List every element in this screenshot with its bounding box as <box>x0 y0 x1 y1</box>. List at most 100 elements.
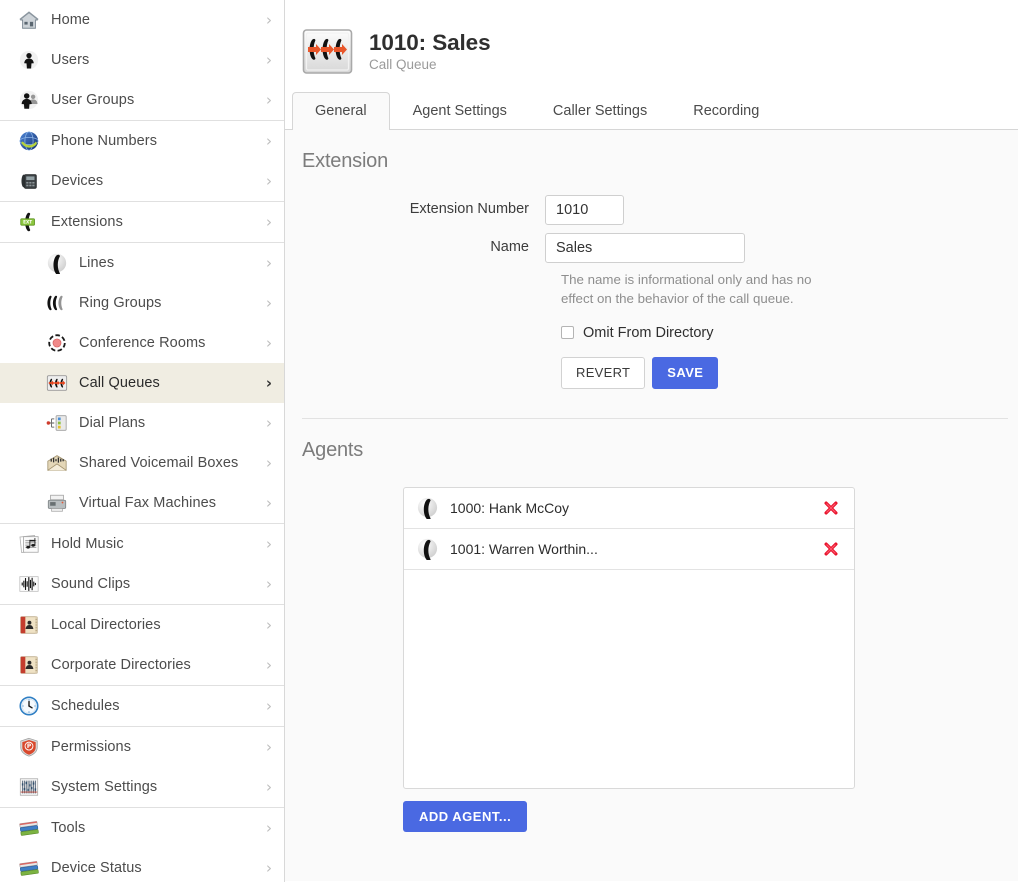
sidebar-item-devices[interactable]: Devices› <box>0 161 284 201</box>
app-window: Home›Users›User Groups›Phone Numbers›Dev… <box>0 0 1018 882</box>
extension-number-row: Extension Number <box>302 195 1018 225</box>
sidebar-item-hold-music[interactable]: Hold Music› <box>0 524 284 564</box>
extension-icon: EXT <box>18 211 40 233</box>
sidebar-item-device-status[interactable]: Device Status› <box>0 848 284 882</box>
revert-button[interactable]: REVERT <box>561 357 645 389</box>
sidebar-group: EXTExtensions› <box>0 202 284 243</box>
omit-from-directory-row[interactable]: Omit From Directory <box>561 325 1018 341</box>
chevron-right-icon: › <box>266 53 272 68</box>
chevron-right-icon: › <box>266 821 272 836</box>
agents-list[interactable]: 1000: Hank McCoy1001: Warren Worthin... <box>403 487 855 789</box>
sidebar-group: Tools›Device Status› <box>0 808 284 882</box>
extension-name-row: Name <box>302 233 1018 263</box>
add-agent-button[interactable]: ADD AGENT... <box>403 801 527 832</box>
sidebar-item-call-queues[interactable]: Call Queues› <box>0 363 284 403</box>
sidebar-group: Home›Users›User Groups› <box>0 0 284 121</box>
tab-agent-settings[interactable]: Agent Settings <box>390 92 530 131</box>
shield-icon: P <box>18 736 40 758</box>
sidebar-item-label: Call Queues <box>79 375 266 391</box>
sidebar-item-extensions[interactable]: EXTExtensions› <box>0 202 284 242</box>
agent-row[interactable]: 1001: Warren Worthin... <box>404 529 854 570</box>
chevron-right-icon: › <box>266 256 272 271</box>
omit-from-directory-checkbox[interactable] <box>561 326 574 339</box>
main-sidebar[interactable]: Home›Users›User Groups›Phone Numbers›Dev… <box>0 0 285 882</box>
sidebar-item-label: Tools <box>51 820 266 836</box>
sidebar-item-ring-groups[interactable]: Ring Groups› <box>0 283 284 323</box>
sidebar-item-users[interactable]: Users› <box>0 40 284 80</box>
fax-icon <box>46 492 68 514</box>
sidebar-item-local-directories[interactable]: Local Directories› <box>0 605 284 645</box>
extension-name-input[interactable] <box>545 233 745 263</box>
sidebar-group: Schedules› <box>0 686 284 727</box>
sidebar-group: Lines›Ring Groups›Conference Rooms›Call … <box>0 243 284 524</box>
extension-name-help-text: The name is informational only and has n… <box>561 271 823 309</box>
extension-button-row: REVERT SAVE <box>561 357 1018 389</box>
sidebar-item-schedules[interactable]: Schedules› <box>0 686 284 726</box>
sidebar-item-label: User Groups <box>51 92 266 108</box>
sidebar-item-virtual-fax-machines[interactable]: Virtual Fax Machines› <box>0 483 284 523</box>
handset-icon <box>416 537 439 560</box>
person-icon <box>18 49 40 71</box>
sidebar-item-label: Schedules <box>51 698 266 714</box>
sidebar-item-label: System Settings <box>51 779 266 795</box>
extension-name-control <box>545 233 745 263</box>
waveform-icon <box>18 573 40 595</box>
sidebar-item-label: Hold Music <box>51 536 266 552</box>
sidebar-item-system-settings[interactable]: System Settings› <box>0 767 284 807</box>
chevron-right-icon: › <box>266 336 272 351</box>
sidebar-item-lines[interactable]: Lines› <box>0 243 284 283</box>
chevron-right-icon: › <box>266 618 272 633</box>
sidebar-item-label: Home <box>51 12 266 28</box>
sidebar-item-home[interactable]: Home› <box>0 0 284 40</box>
sidebar-item-sound-clips[interactable]: Sound Clips› <box>0 564 284 604</box>
sidebar-item-conference-rooms[interactable]: Conference Rooms› <box>0 323 284 363</box>
tools-icon <box>18 817 40 839</box>
tab-general[interactable]: General <box>292 92 390 131</box>
sidebar-item-corporate-directories[interactable]: Corporate Directories› <box>0 645 284 685</box>
globe-phone-icon <box>18 130 40 152</box>
page-header: 1010: Sales Call Queue <box>285 0 1018 86</box>
chevron-right-icon: › <box>266 780 272 795</box>
extension-number-control <box>545 195 624 225</box>
header-text-block: 1010: Sales Call Queue <box>369 30 491 73</box>
page-subtitle: Call Queue <box>369 58 491 73</box>
handset-icon <box>416 496 439 519</box>
sidebar-group: Hold Music›Sound Clips› <box>0 524 284 605</box>
people-group-icon <box>18 89 40 111</box>
tab-caller-settings[interactable]: Caller Settings <box>530 92 670 131</box>
chevron-right-icon: › <box>266 577 272 592</box>
call-queue-icon <box>302 26 353 77</box>
chevron-right-icon: › <box>266 699 272 714</box>
directory-icon <box>18 654 40 676</box>
chevron-right-icon: › <box>266 740 272 755</box>
save-button[interactable]: SAVE <box>652 357 718 389</box>
sidebar-item-dial-plans[interactable]: Dial Plans› <box>0 403 284 443</box>
add-agent-wrap: ADD AGENT... <box>403 801 1018 832</box>
sidebar-item-label: Device Status <box>51 860 266 876</box>
sidebar-item-permissions[interactable]: P Permissions› <box>0 727 284 767</box>
tab-bar[interactable]: GeneralAgent SettingsCaller SettingsReco… <box>285 86 1018 130</box>
sidebar-item-phone-numbers[interactable]: Phone Numbers› <box>0 121 284 161</box>
tab-recording[interactable]: Recording <box>670 92 782 131</box>
call-queue-icon <box>46 372 68 394</box>
svg-text:EXT: EXT <box>23 220 32 225</box>
sidebar-item-label: Permissions <box>51 739 266 755</box>
extension-number-input[interactable] <box>545 195 624 225</box>
sidebar-item-tools[interactable]: Tools› <box>0 808 284 848</box>
remove-agent-icon[interactable] <box>822 540 840 558</box>
handset-icon <box>46 252 68 274</box>
chevron-right-icon: › <box>266 861 272 876</box>
remove-agent-icon[interactable] <box>822 499 840 517</box>
sidebar-item-shared-voicemail-boxes[interactable]: Shared Voicemail Boxes› <box>0 443 284 483</box>
content-scroll-area: Extension Extension Number Name The name… <box>285 130 1018 881</box>
voicemail-icon <box>46 452 68 474</box>
agents-section: 1000: Hank McCoy1001: Warren Worthin... … <box>285 487 1018 832</box>
omit-from-directory-label[interactable]: Omit From Directory <box>583 325 714 341</box>
extension-form: Extension Number Name The name is inform… <box>285 195 1018 389</box>
chevron-right-icon: › <box>266 496 272 511</box>
agent-row[interactable]: 1000: Hank McCoy <box>404 488 854 529</box>
dial-plan-icon <box>46 412 68 434</box>
sidebar-item-label: Extensions <box>51 214 266 230</box>
sidebar-item-user-groups[interactable]: User Groups› <box>0 80 284 120</box>
chevron-right-icon: › <box>266 456 272 471</box>
